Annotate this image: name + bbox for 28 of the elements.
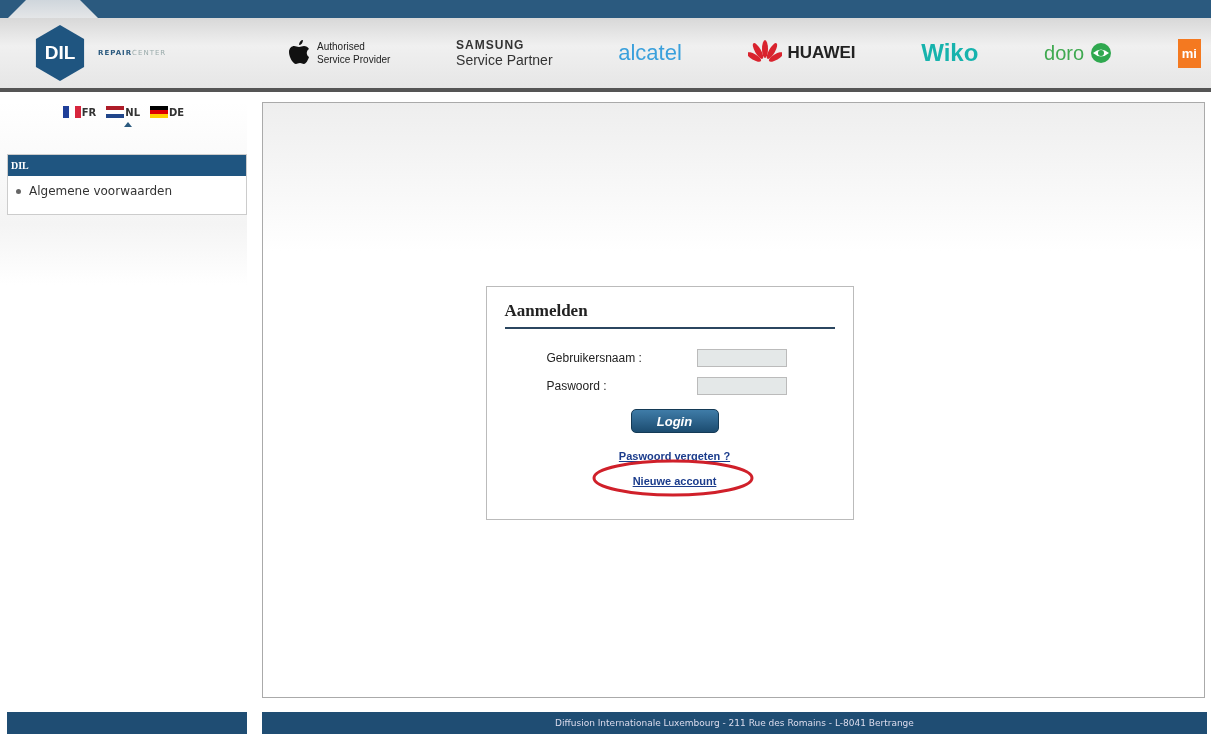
- input-field[interactable]: [696, 377, 787, 395]
- language-link[interactable]: NL: [106, 104, 141, 127]
- partner-name: doro: [1044, 41, 1085, 65]
- partner-name: HUAWEI: [787, 43, 856, 63]
- login-button[interactable]: Login: [630, 409, 719, 433]
- bullet-icon: [16, 188, 21, 194]
- flag-icon: [62, 106, 81, 118]
- flag-icon: [150, 106, 169, 118]
- partner-name: Wiko: [921, 39, 979, 67]
- input-field[interactable]: [696, 349, 787, 367]
- login-title: Aanmelden: [504, 301, 835, 329]
- flag-icon: [106, 106, 125, 118]
- field-label: Paswoord :: [546, 379, 608, 393]
- partner-text: Authorised Service Provider: [317, 40, 391, 66]
- link[interactable]: Nieuwe account: [632, 475, 717, 487]
- eye-icon: [1090, 42, 1113, 64]
- logo-mark: DIL: [44, 42, 76, 64]
- partner-text: Service Partner: [456, 52, 553, 68]
- partner-name: alcatel: [618, 40, 682, 66]
- sidebar-title: DIL: [8, 155, 246, 176]
- field-label: Gebruikersnaam :: [546, 351, 643, 365]
- sidebar-link[interactable]: Algemene voorwaarden: [29, 184, 172, 198]
- footer-text: Diffusion Internationale Luxembourg - 211 Rue des Romains - L-8041 Bertrange: [262, 712, 1207, 734]
- partner-logo: mi: [1177, 38, 1201, 68]
- partner-name: SAMSUNG: [456, 38, 525, 52]
- link[interactable]: Paswoord vergeten ?: [618, 450, 731, 462]
- language-link[interactable]: DE: [150, 104, 185, 127]
- language-link[interactable]: FR: [62, 104, 97, 127]
